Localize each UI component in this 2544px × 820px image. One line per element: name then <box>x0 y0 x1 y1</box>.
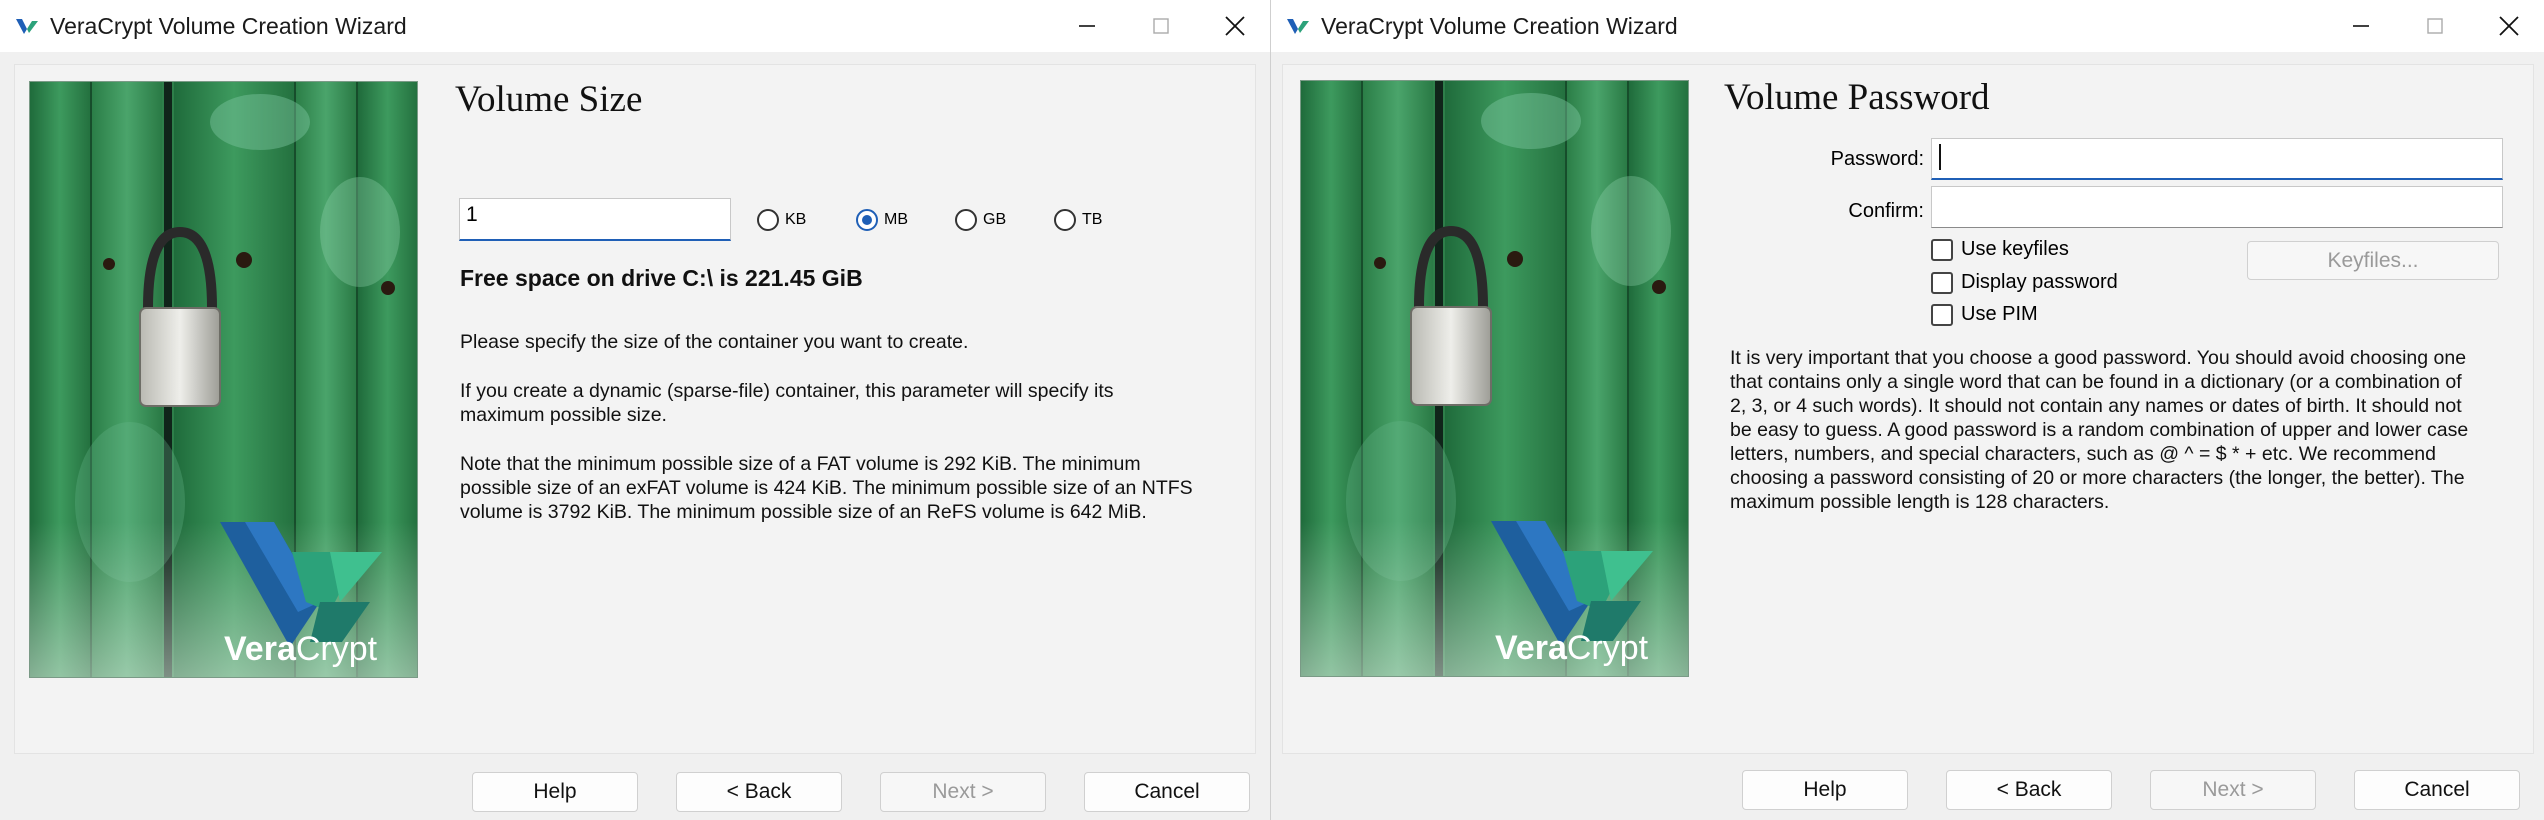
maximize-icon <box>1153 18 1169 34</box>
password-info-line7: maximum possible length is 128 character… <box>1730 491 2110 513</box>
password-info-line5: letters, numbers, and special characters… <box>1730 443 2436 465</box>
veracrypt-app-icon <box>16 19 38 34</box>
page-title: Volume Size <box>455 79 643 120</box>
use-pim-checkbox[interactable]: Use PIM <box>1931 303 2038 326</box>
next-button[interactable]: Next > <box>880 772 1046 812</box>
volume-size-window: VeraCrypt Volume Creation Wizard VeraCry… <box>0 0 1270 820</box>
password-info-line3: 2, 3, or 4 such words). It should not co… <box>1730 395 2462 417</box>
close-button[interactable] <box>2474 0 2544 52</box>
help-button[interactable]: Help <box>472 772 638 812</box>
password-info-line6: choosing a password consisting of 20 or … <box>1730 467 2465 489</box>
close-button[interactable] <box>1200 0 1270 52</box>
veracrypt-app-icon <box>1287 19 1309 34</box>
padlock-icon <box>30 82 417 677</box>
dynamic-note-line2: maximum possible size. <box>460 404 667 426</box>
veracrypt-logo-icon: VeraCrypt <box>224 630 377 669</box>
close-icon <box>1225 16 1245 36</box>
logo-text-vera: Vera <box>224 630 296 668</box>
confirm-input[interactable] <box>1931 186 2503 228</box>
password-info-line1: It is very important that you choose a g… <box>1730 347 2467 369</box>
use-keyfiles-label: Use keyfiles <box>1961 238 2069 260</box>
window-title: VeraCrypt Volume Creation Wizard <box>1321 12 1678 39</box>
password-info-line4: be easy to guess. A good password is a r… <box>1730 419 2469 441</box>
maximize-icon <box>2427 18 2443 34</box>
unit-mb-radio[interactable]: MB <box>856 209 908 231</box>
password-input[interactable] <box>1931 138 2503 180</box>
minimize-button[interactable] <box>1052 0 1122 52</box>
logo-text-vera: Vera <box>1495 629 1567 667</box>
maximize-button[interactable] <box>2400 0 2470 52</box>
free-space-text: Free space on drive C:\ is 221.45 GiB <box>460 265 863 291</box>
cancel-button[interactable]: Cancel <box>2354 770 2520 810</box>
page-title: Volume Password <box>1724 77 1990 118</box>
display-password-label: Display password <box>1961 271 2118 293</box>
volume-size-input[interactable]: 1 <box>459 198 731 241</box>
min-size-note-line3: volume is 3792 KiB. The minimum possible… <box>460 501 1147 523</box>
unit-tb-label: TB <box>1082 211 1103 228</box>
unit-kb-label: KB <box>785 211 807 228</box>
instruction-text: Please specify the size of the container… <box>460 331 969 353</box>
window-title: VeraCrypt Volume Creation Wizard <box>50 12 407 39</box>
display-password-checkbox[interactable]: Display password <box>1931 271 2118 294</box>
title-bar[interactable]: VeraCrypt Volume Creation Wizard <box>0 0 1270 52</box>
cancel-button[interactable]: Cancel <box>1084 772 1250 812</box>
min-size-note-line2: possible size of an exFAT volume is 424 … <box>460 477 1193 499</box>
wizard-side-image: VeraCrypt <box>1300 80 1689 677</box>
help-button[interactable]: Help <box>1742 770 1908 810</box>
volume-password-window: VeraCrypt Volume Creation Wizard VeraCry… <box>1271 0 2544 820</box>
wizard-side-image: VeraCrypt <box>29 81 418 678</box>
unit-gb-radio[interactable]: GB <box>955 209 1006 231</box>
minimize-icon <box>2353 25 2369 27</box>
password-info-line2: that contains only a single word that ca… <box>1730 371 2462 393</box>
logo-text-crypt: Crypt <box>295 630 378 668</box>
padlock-icon <box>1301 81 1688 676</box>
maximize-button[interactable] <box>1126 0 1196 52</box>
logo-text-crypt: Crypt <box>1566 629 1649 667</box>
minimize-button[interactable] <box>2326 0 2396 52</box>
min-size-note-line1: Note that the minimum possible size of a… <box>460 453 1141 475</box>
veracrypt-logo-icon: VeraCrypt <box>1495 629 1648 668</box>
unit-tb-radio[interactable]: TB <box>1054 209 1102 231</box>
unit-kb-radio[interactable]: KB <box>757 209 806 231</box>
use-keyfiles-checkbox[interactable]: Use keyfiles <box>1931 238 2069 261</box>
keyfiles-button[interactable]: Keyfiles... <box>2247 241 2499 280</box>
minimize-icon <box>1079 25 1095 27</box>
use-pim-label: Use PIM <box>1961 303 2038 325</box>
unit-gb-label: GB <box>983 211 1007 228</box>
text-cursor <box>1939 144 1941 170</box>
close-icon <box>2499 16 2519 36</box>
back-button[interactable]: < Back <box>1946 770 2112 810</box>
unit-mb-label: MB <box>884 211 908 228</box>
password-label: Password: <box>1830 148 1924 170</box>
back-button[interactable]: < Back <box>676 772 842 812</box>
confirm-label: Confirm: <box>1848 200 1924 222</box>
next-button[interactable]: Next > <box>2150 770 2316 810</box>
title-bar[interactable]: VeraCrypt Volume Creation Wizard <box>1271 0 2544 52</box>
dynamic-note-line1: If you create a dynamic (sparse-file) co… <box>460 380 1114 402</box>
